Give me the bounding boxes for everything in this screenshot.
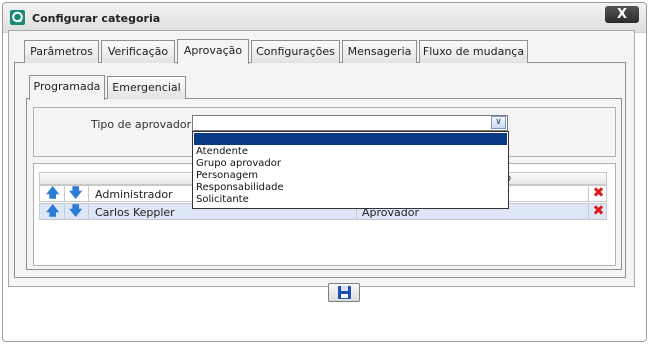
title-bar[interactable]: Configurar categoria X [3,3,646,33]
tab-mensageria[interactable]: Mensageria [342,40,417,63]
tab-fluxo-de-mudanca[interactable]: Fluxo de mudança [419,40,528,63]
dropdown-option-atendente[interactable]: Atendente [196,146,248,157]
approver-name: Carlos Keppler [95,206,175,219]
approver-name: Administrador [95,188,173,201]
app-logo-icon [10,10,25,25]
dialog-title: Configurar categoria [32,12,161,25]
delete-x-icon[interactable]: ✖ [592,204,605,218]
arrow-up-icon[interactable]: 🡅 [46,187,59,200]
subtab-programada[interactable]: Programada [29,75,105,100]
subtab-emergencial[interactable]: Emergencial [107,76,186,99]
tab-configuracoes[interactable]: Configurações [251,40,340,63]
dropdown-option-responsabilidade[interactable]: Responsabilidade [196,182,284,193]
dropdown-option-selected[interactable] [194,133,507,145]
tab-parametros[interactable]: Parâmetros [24,40,99,63]
approver-type-label: Tipo de aprovador : [91,118,199,131]
dropdown-option-personagem[interactable]: Personagem [196,170,258,181]
arrow-down-icon[interactable]: 🡇 [69,187,82,200]
approver-type-dropdown-list[interactable]: Atendente Grupo aprovador Personagem Res… [192,131,509,209]
arrow-up-icon[interactable]: 🡅 [46,205,59,218]
arrow-down-icon[interactable]: 🡇 [69,205,82,218]
delete-x-icon[interactable]: ✖ [592,186,605,200]
approver-type-select[interactable] [192,115,508,131]
tab-verificacao[interactable]: Verificação [101,40,175,63]
dropdown-option-grupo-aprovador[interactable]: Grupo aprovador [196,158,281,169]
chevron-down-icon[interactable]: ∨ [491,116,506,129]
save-button[interactable] [328,283,360,302]
dropdown-option-solicitante[interactable]: Solicitante [196,194,249,205]
tab-aprovacao[interactable]: Aprovação [177,39,249,64]
floppy-disk-icon [338,286,351,299]
close-button[interactable]: X [605,6,639,23]
